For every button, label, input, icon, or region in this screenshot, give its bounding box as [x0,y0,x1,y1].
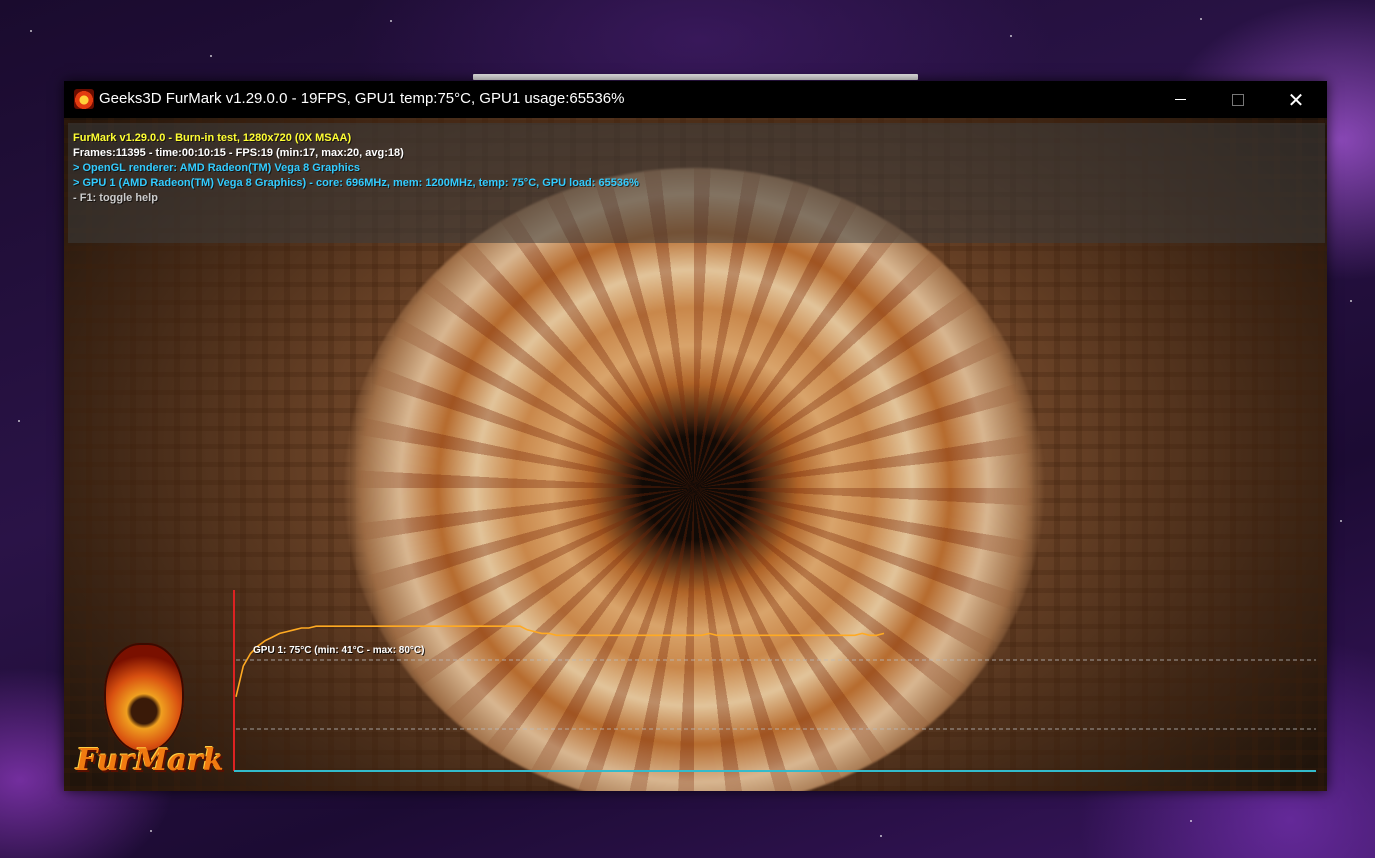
star [1010,35,1012,37]
furmark-logo-text: FurMark [76,743,224,778]
temperature-graph [233,590,1316,772]
minimize-button[interactable] [1151,81,1209,118]
window-title: Geeks3D FurMark v1.29.0.0 - 19FPS, GPU1 … [99,90,625,107]
furmark-window: Geeks3D FurMark v1.29.0.0 - 19FPS, GPU1 … [64,81,1327,791]
star [1350,300,1352,302]
background-window-edge [473,74,918,80]
furmark-app-icon[interactable] [74,89,94,109]
close-button[interactable]: ✕ [1267,81,1325,118]
graph-temperature-label: GPU 1: 75°C (min: 41°C - max: 80°C) [253,645,425,656]
title-bar[interactable]: Geeks3D FurMark v1.29.0.0 - 19FPS, GPU1 … [64,81,1327,118]
gpu1-temperature-line [235,625,885,697]
star [18,420,20,422]
render-viewport[interactable]: FurMark v1.29.0.0 - Burn-in test, 1280x7… [64,118,1327,791]
star [880,835,882,837]
furmark-logo-icon [104,643,184,753]
star [210,55,212,57]
close-icon: ✕ [1287,87,1305,112]
star [150,830,152,832]
star [1190,820,1192,822]
star [30,30,32,32]
star [1200,18,1202,20]
furmark-logo: FurMark [72,643,224,783]
maximize-icon [1232,93,1244,106]
maximize-button[interactable] [1209,81,1267,118]
minimize-icon [1174,99,1186,100]
star [1340,520,1342,522]
star [390,20,392,22]
